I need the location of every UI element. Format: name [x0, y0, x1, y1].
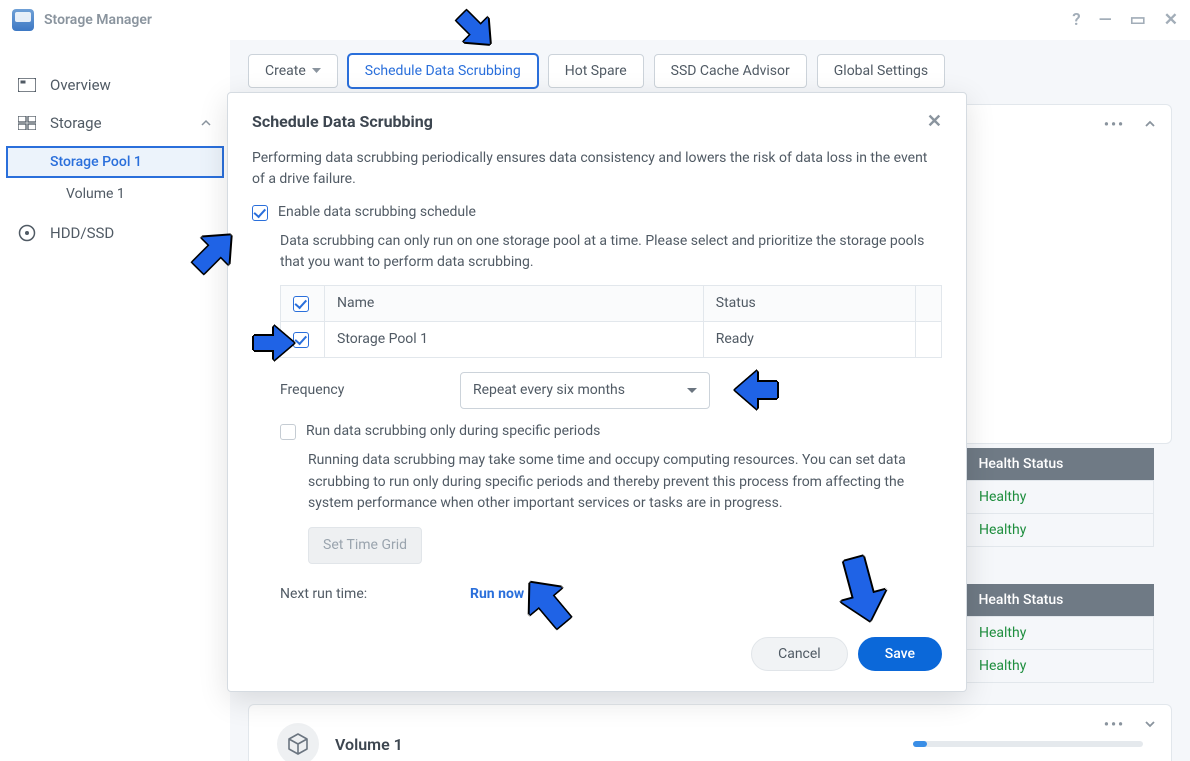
enable-schedule-checkbox[interactable]: [252, 205, 268, 221]
hot-spare-button[interactable]: Hot Spare: [548, 54, 644, 88]
table-row[interactable]: Storage Pool 1 Ready: [281, 322, 942, 358]
panel-expand-icon[interactable]: [1143, 717, 1157, 735]
health-status-table-2: Health Status Healthy Healthy: [964, 584, 1154, 683]
modal-intro-text: Performing data scrubbing periodically e…: [252, 148, 942, 190]
specific-periods-checkbox[interactable]: [280, 424, 296, 440]
maximize-icon[interactable]: ▭: [1130, 12, 1146, 29]
enable-schedule-label: Enable data scrubbing schedule: [278, 202, 476, 223]
health-header-1: Health Status: [965, 448, 1154, 481]
create-label: Create: [265, 63, 306, 79]
panel-collapse-icon[interactable]: [1143, 117, 1157, 135]
volume-title: Volume 1: [335, 735, 403, 754]
sidebar-item-hdd-ssd[interactable]: HDD/SSD: [0, 214, 230, 252]
sidebar-label-storage-pool: Storage Pool 1: [50, 154, 142, 170]
enable-schedule-checkbox-row[interactable]: Enable data scrubbing schedule: [252, 202, 942, 223]
overview-icon: [18, 78, 36, 92]
cancel-button[interactable]: Cancel: [751, 637, 848, 671]
ssd-label: SSD Cache Advisor: [671, 63, 790, 79]
specific-periods-checkbox-row[interactable]: Run data scrubbing only during specific …: [252, 421, 942, 442]
health-header-2: Health Status: [965, 584, 1154, 617]
sidebar: Overview Storage Storage Pool 1 Volume 1…: [0, 40, 230, 761]
pool-row-name: Storage Pool 1: [325, 322, 704, 358]
hotspare-label: Hot Spare: [565, 63, 627, 79]
save-button[interactable]: Save: [858, 637, 942, 671]
schedule-data-scrubbing-button[interactable]: Schedule Data Scrubbing: [348, 54, 538, 88]
pool-row-status: Ready: [703, 322, 915, 358]
set-time-grid-button: Set Time Grid: [308, 527, 422, 564]
next-run-time-label: Next run time:: [280, 584, 470, 605]
health-row: Healthy: [965, 650, 1154, 683]
sidebar-item-storage[interactable]: Storage: [0, 104, 230, 142]
window-controls: ? — ▭ ✕: [1072, 12, 1178, 29]
health-status-table-1: Health Status Healthy Healthy: [964, 448, 1154, 547]
modal-title: Schedule Data Scrubbing: [252, 112, 433, 131]
schedule-label: Schedule Data Scrubbing: [365, 63, 521, 79]
specific-periods-label: Run data scrubbing only during specific …: [306, 421, 600, 442]
volume-usage-bar: [913, 741, 1143, 747]
sidebar-item-storage-pool-1[interactable]: Storage Pool 1: [6, 146, 224, 178]
storage-icon: [18, 116, 36, 130]
close-icon[interactable]: ✕: [1164, 12, 1178, 29]
schedule-data-scrubbing-modal: Schedule Data Scrubbing ✕ Performing dat…: [227, 92, 967, 692]
panel-more-icon[interactable]: •••: [1104, 117, 1125, 133]
create-button[interactable]: Create: [248, 54, 338, 88]
window-title: Storage Manager: [44, 12, 152, 28]
global-settings-button[interactable]: Global Settings: [817, 54, 945, 88]
sidebar-label-volume: Volume 1: [66, 186, 125, 202]
toolbar: Create Schedule Data Scrubbing Hot Spare…: [248, 54, 1172, 88]
health-row: Healthy: [965, 617, 1154, 650]
sidebar-item-volume-1[interactable]: Volume 1: [0, 178, 230, 210]
help-icon[interactable]: ?: [1072, 12, 1080, 29]
run-now-link[interactable]: Run now: [470, 584, 524, 605]
ssd-cache-advisor-button[interactable]: SSD Cache Advisor: [654, 54, 807, 88]
caret-down-icon: [687, 388, 697, 394]
global-label: Global Settings: [834, 63, 928, 79]
caret-down-icon: [312, 68, 321, 74]
panel-more-icon[interactable]: •••: [1104, 717, 1125, 733]
select-all-checkbox[interactable]: [293, 296, 309, 312]
column-header-status: Status: [703, 286, 915, 322]
frequency-label: Frequency: [280, 380, 440, 401]
pool-note-text: Data scrubbing can only run on one stora…: [252, 231, 942, 273]
health-row: Healthy: [965, 514, 1154, 547]
sidebar-label-overview: Overview: [50, 76, 111, 94]
pool-row-checkbox[interactable]: [293, 332, 309, 348]
specific-periods-note: Running data scrubbing may take some tim…: [308, 450, 942, 515]
storage-pool-table: Name Status Storage Pool 1 Ready: [280, 285, 942, 358]
modal-close-icon[interactable]: ✕: [927, 111, 942, 132]
volume-panel: ••• Volume 1: [248, 704, 1172, 761]
title-bar: Storage Manager ? — ▭ ✕: [0, 0, 1190, 40]
sidebar-item-overview[interactable]: Overview: [0, 66, 230, 104]
sidebar-label-hdd: HDD/SSD: [50, 224, 114, 242]
frequency-select[interactable]: Repeat every six months: [460, 372, 710, 409]
frequency-value: Repeat every six months: [473, 380, 625, 401]
minimize-icon[interactable]: —: [1099, 12, 1112, 29]
health-row: Healthy: [965, 481, 1154, 514]
app-icon: [12, 9, 34, 31]
disk-icon: [18, 224, 36, 242]
volume-icon: [277, 723, 319, 761]
chevron-up-icon: [200, 117, 212, 129]
sidebar-label-storage: Storage: [50, 114, 102, 132]
column-header-name: Name: [325, 286, 704, 322]
